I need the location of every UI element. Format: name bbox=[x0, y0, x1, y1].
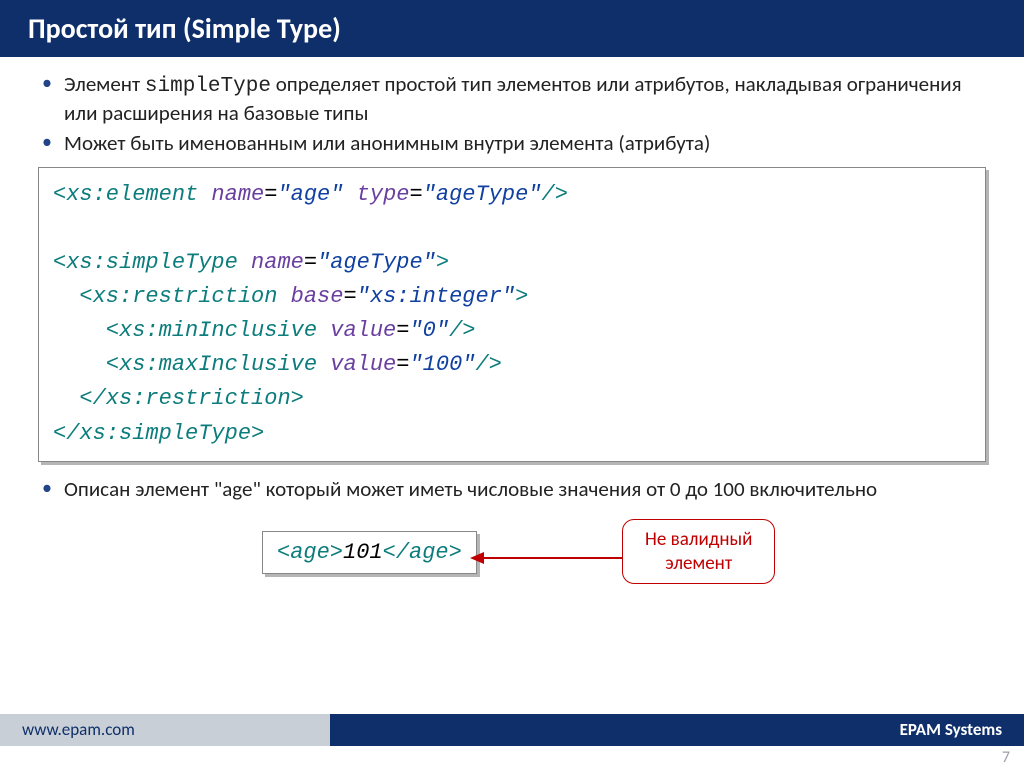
bullet-3-quoted: "age" bbox=[214, 476, 261, 502]
bullet-1: Элемент simpleType определяет простой ти… bbox=[32, 71, 992, 128]
invalid-diagram: <age>101</age> Не валидный элемент bbox=[32, 511, 992, 611]
slide-title: Простой тип (Simple Type) bbox=[0, 0, 1024, 57]
code-l1-val2: "ageType" bbox=[423, 182, 542, 207]
invalid-xml-box: <age>101</age> bbox=[262, 531, 477, 574]
code-l4-attr: base bbox=[277, 284, 343, 309]
code-l1-val1: "age" bbox=[277, 182, 343, 207]
footer-url: www.epam.com bbox=[0, 714, 330, 746]
code-l4-eq: = bbox=[343, 284, 356, 309]
code-l5-attr: value bbox=[317, 318, 396, 343]
code-l3-eq: = bbox=[304, 250, 317, 275]
code-l1-attr2: type bbox=[343, 182, 409, 207]
code-l7-pad bbox=[53, 386, 79, 411]
code-l8-tag: </xs:simpleType> bbox=[53, 421, 264, 446]
code-l6-attr: value bbox=[317, 352, 396, 377]
bullet-2: Может быть именованным или анонимным вну… bbox=[32, 130, 992, 157]
invalid-close: </age> bbox=[383, 540, 462, 565]
code-l5-pad bbox=[53, 318, 106, 343]
code-l1-end: /> bbox=[542, 182, 568, 207]
code-l6-tag: <xs:maxInclusive bbox=[106, 352, 317, 377]
callout-line-2: элемент bbox=[645, 552, 752, 576]
bullet-3: Описан элемент "age" который может иметь… bbox=[32, 476, 992, 503]
code-l6-end: /> bbox=[475, 352, 501, 377]
code-l3-attr: name bbox=[238, 250, 304, 275]
code-l4-end: > bbox=[515, 284, 528, 309]
bullet-3-pre: Описан элемент bbox=[64, 476, 214, 502]
slide-content: Элемент simpleType определяет простой ти… bbox=[0, 57, 1024, 611]
code-l7-tag: </xs:restriction> bbox=[79, 386, 303, 411]
code-l4-pad bbox=[53, 284, 79, 309]
code-l1-eq2: = bbox=[409, 182, 422, 207]
invalid-callout: Не валидный элемент bbox=[622, 519, 775, 585]
code-l3-val: "ageType" bbox=[317, 250, 436, 275]
slide-title-text: Простой тип (Simple Type) bbox=[28, 11, 341, 46]
code-l6-eq: = bbox=[396, 352, 409, 377]
code-l1-attr1: name bbox=[198, 182, 264, 207]
code-l5-tag: <xs:minInclusive bbox=[106, 318, 317, 343]
bullet-1-mono: simpleType bbox=[145, 75, 271, 98]
bullet-1-pre: Элемент bbox=[64, 71, 145, 97]
page-number: 7 bbox=[1002, 748, 1010, 767]
code-l5-end: /> bbox=[449, 318, 475, 343]
code-l5-eq: = bbox=[396, 318, 409, 343]
bullet-3-post: который может иметь числовые значения от… bbox=[261, 476, 877, 502]
code-l1-eq1: = bbox=[264, 182, 277, 207]
arrow-icon bbox=[470, 548, 622, 568]
footer-company: EPAM Systems bbox=[330, 714, 1024, 746]
invalid-open: <age> bbox=[277, 540, 343, 565]
code-l3-end: > bbox=[436, 250, 449, 275]
code-block: <xs:element name="age" type="ageType"/> … bbox=[38, 167, 986, 462]
code-l6-pad bbox=[53, 352, 106, 377]
footer-bar: www.epam.com EPAM Systems bbox=[0, 714, 1024, 746]
callout-line-1: Не валидный bbox=[645, 528, 752, 552]
code-l3-tag: <xs:simpleType bbox=[53, 250, 238, 275]
code-l5-val: "0" bbox=[409, 318, 449, 343]
code-l4-tag: <xs:restriction bbox=[79, 284, 277, 309]
code-l6-val: "100" bbox=[409, 352, 475, 377]
bullet-2-text: Может быть именованным или анонимным вну… bbox=[64, 130, 710, 156]
code-l1-tag: <xs:element bbox=[53, 182, 198, 207]
invalid-num: 101 bbox=[343, 540, 383, 565]
code-l4-val: "xs:integer" bbox=[357, 284, 515, 309]
